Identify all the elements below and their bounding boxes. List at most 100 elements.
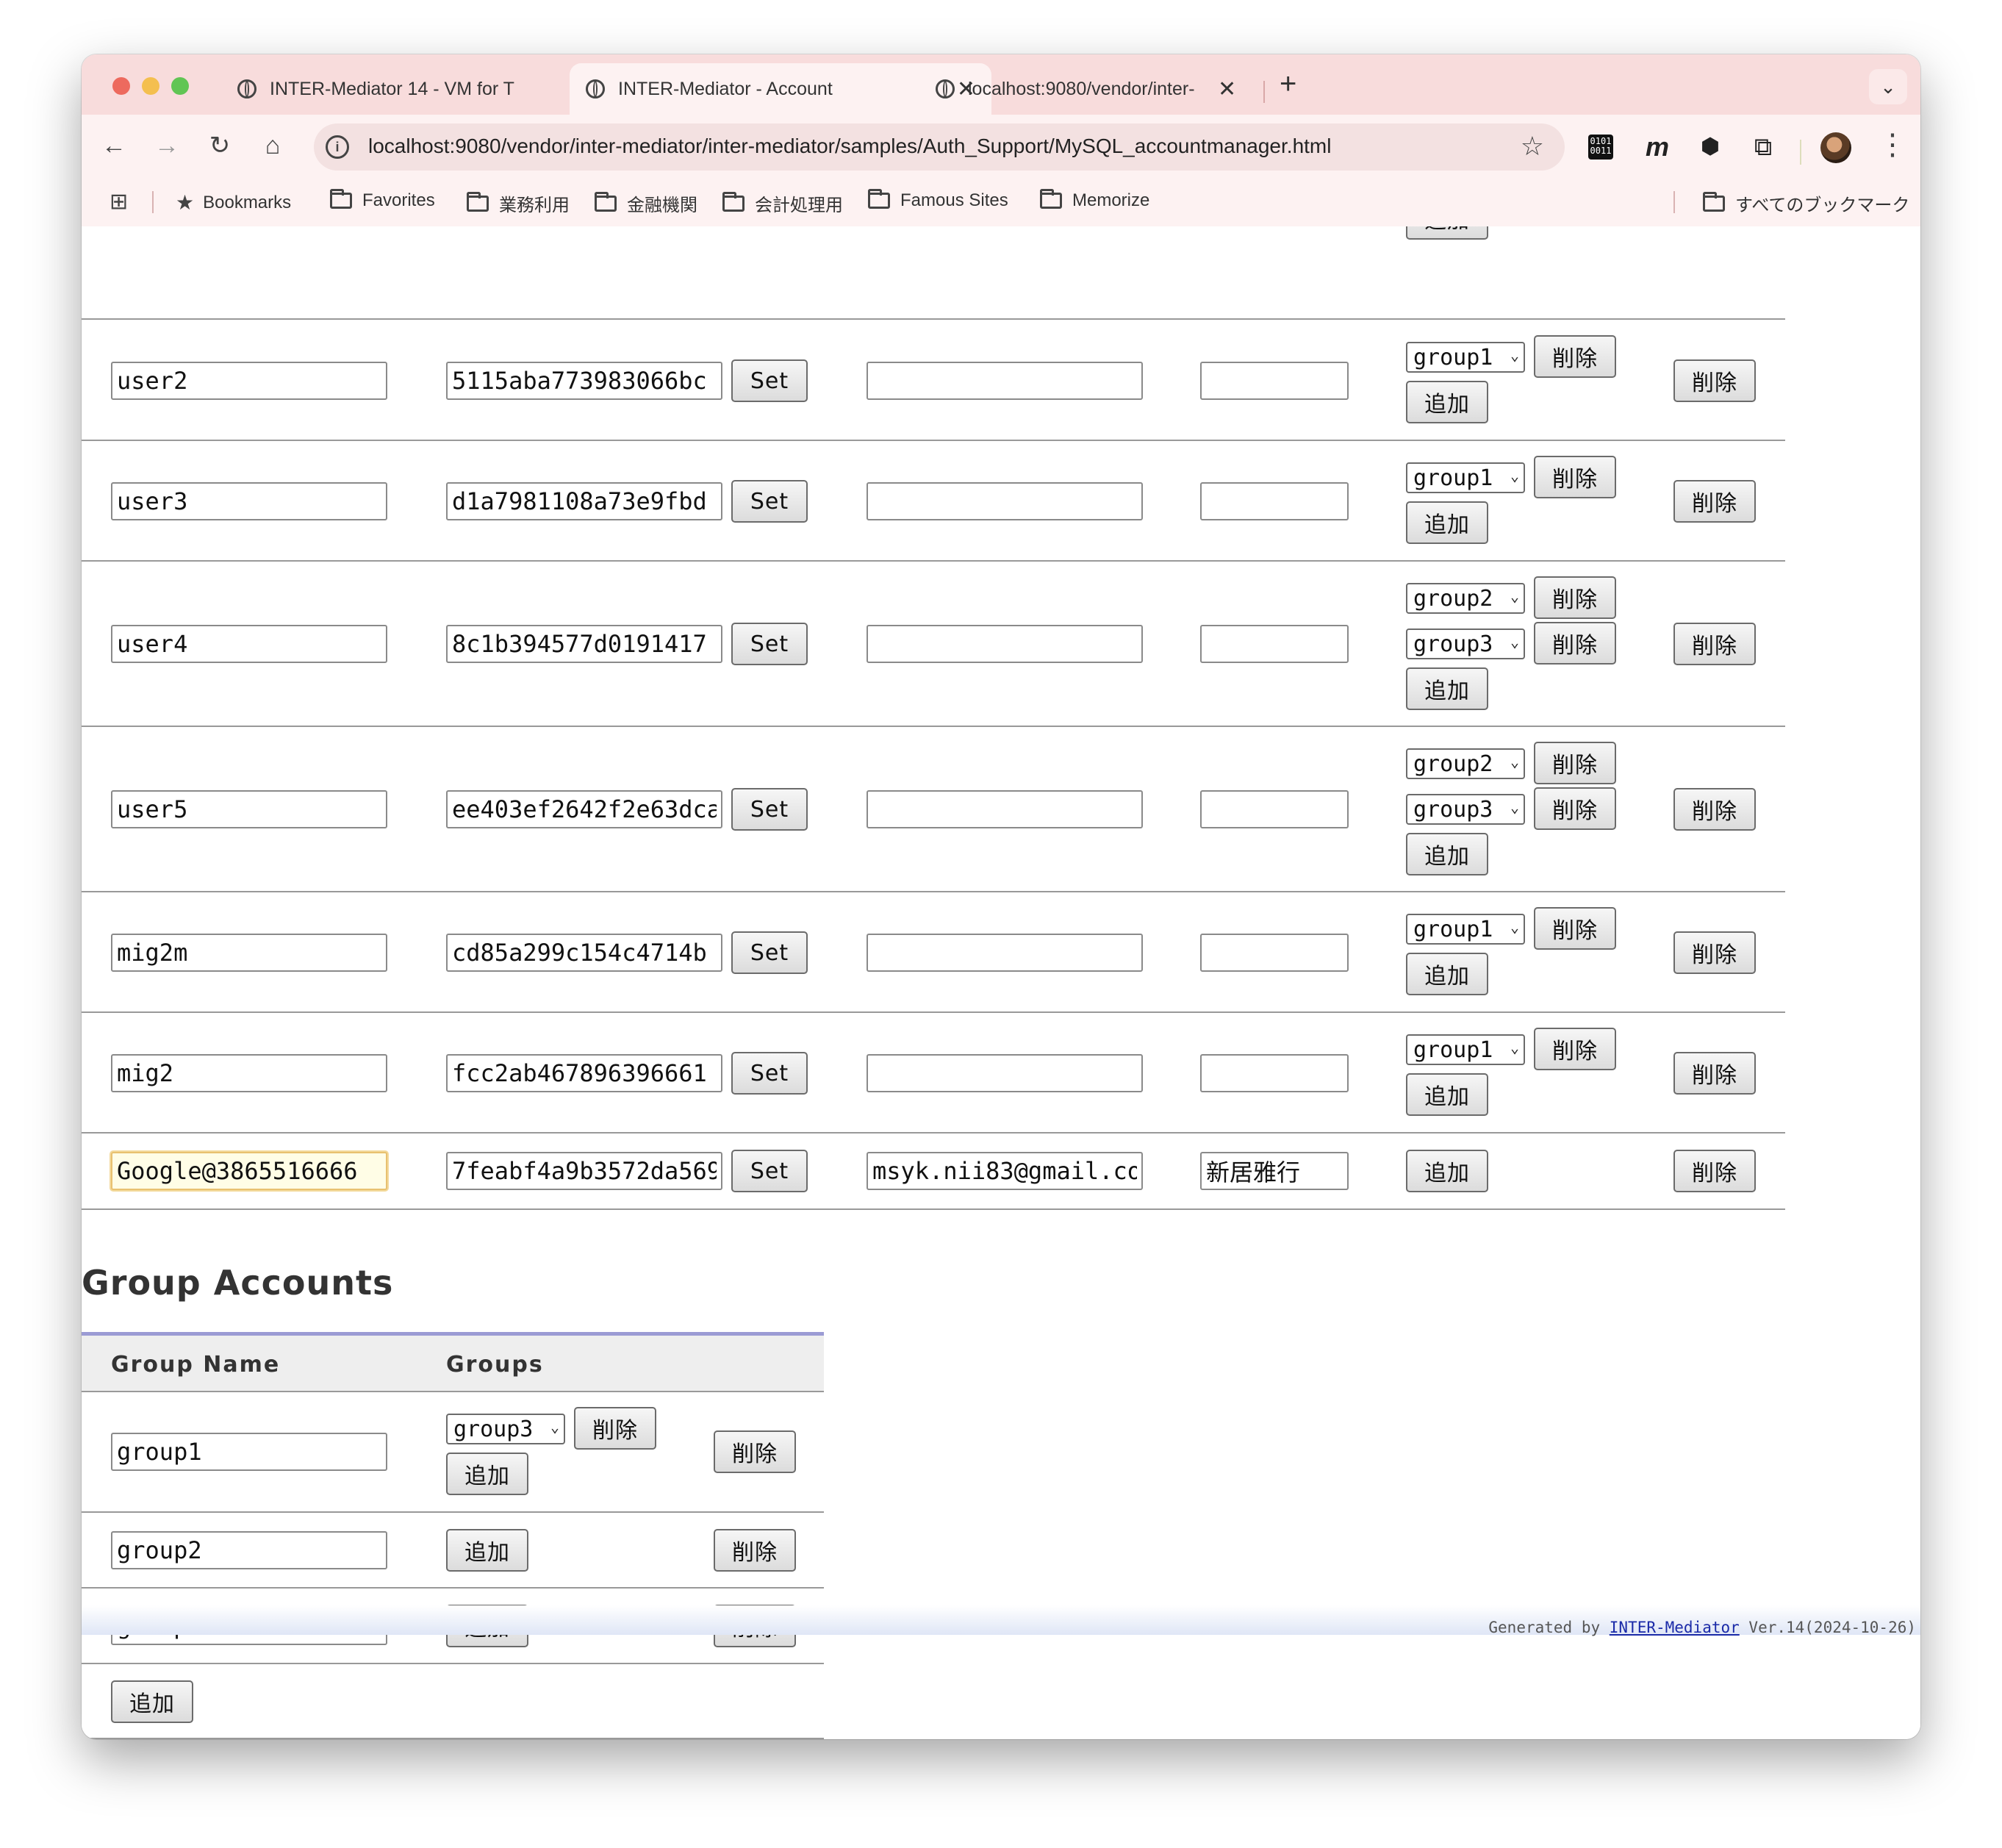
bookmark-business[interactable]: 業務利用 bbox=[467, 190, 570, 216]
window-maximize-button[interactable] bbox=[171, 77, 189, 95]
remove-group-button[interactable]: 削除 bbox=[1534, 335, 1616, 378]
set-password-button[interactable]: Set bbox=[731, 1052, 808, 1095]
cube-extension-icon[interactable]: ⬢ bbox=[1693, 129, 1728, 165]
apps-grid-icon[interactable]: ⊞ bbox=[110, 191, 132, 213]
more-menu-icon[interactable]: ⋮ bbox=[1878, 128, 1907, 162]
realname-field[interactable] bbox=[1200, 934, 1349, 972]
remove-group-button[interactable]: 削除 bbox=[1534, 576, 1616, 619]
group-select[interactable]: group1 ⌄ bbox=[1406, 342, 1525, 373]
add-new-group-button[interactable]: 追加 bbox=[111, 1680, 193, 1723]
email-field[interactable] bbox=[867, 934, 1143, 972]
username-field[interactable] bbox=[111, 362, 387, 400]
email-field[interactable] bbox=[867, 1054, 1143, 1092]
add-group-button[interactable]: 追加 bbox=[1406, 226, 1488, 240]
remove-group-button[interactable]: 削除 bbox=[1534, 787, 1616, 830]
set-password-button[interactable]: Set bbox=[731, 931, 808, 974]
reload-icon[interactable]: ↻ bbox=[199, 125, 240, 166]
delete-user-button[interactable]: 削除 bbox=[1673, 1052, 1756, 1095]
add-group-button[interactable]: 追加 bbox=[1406, 953, 1488, 995]
remove-group-button[interactable]: 削除 bbox=[1534, 456, 1616, 498]
password-hash-field[interactable] bbox=[446, 1054, 722, 1092]
username-field[interactable] bbox=[111, 1152, 387, 1190]
delete-user-button[interactable]: 削除 bbox=[1673, 1150, 1756, 1192]
remove-group-button[interactable]: 削除 bbox=[574, 1407, 656, 1450]
set-password-button[interactable]: Set bbox=[731, 623, 808, 665]
email-field[interactable] bbox=[867, 790, 1143, 828]
add-group-button[interactable]: 追加 bbox=[1406, 667, 1488, 710]
delete-group-button[interactable]: 削除 bbox=[714, 1430, 796, 1473]
realname-field[interactable] bbox=[1200, 1152, 1349, 1190]
password-hash-field[interactable] bbox=[446, 362, 722, 400]
chevron-down-icon[interactable]: ⌄ bbox=[1869, 69, 1907, 104]
close-icon[interactable]: ✕ bbox=[1218, 76, 1236, 102]
password-hash-field[interactable] bbox=[446, 625, 722, 663]
email-field[interactable] bbox=[867, 625, 1143, 663]
add-group-button[interactable]: 追加 bbox=[1406, 381, 1488, 423]
url-text[interactable]: localhost:9080/vendor/inter-mediator/int… bbox=[368, 135, 1331, 158]
back-arrow-icon[interactable]: ← bbox=[93, 125, 134, 166]
group-select[interactable]: group2 ⌄ bbox=[1406, 748, 1525, 779]
set-password-button[interactable]: Set bbox=[731, 359, 808, 402]
bookmark-star-icon[interactable]: ☆ bbox=[1521, 131, 1544, 162]
realname-field[interactable] bbox=[1200, 482, 1349, 520]
set-password-button[interactable]: Set bbox=[731, 480, 808, 523]
add-group-button[interactable]: 追加 bbox=[446, 1453, 528, 1495]
bookmark-famous-sites[interactable]: Famous Sites bbox=[868, 189, 1008, 211]
profile-avatar[interactable] bbox=[1820, 132, 1851, 163]
home-icon[interactable]: ⌂ bbox=[252, 125, 293, 166]
password-hash-field[interactable] bbox=[446, 934, 722, 972]
set-password-button[interactable]: Set bbox=[731, 788, 808, 831]
binary-extension-icon[interactable]: 0101 0011 bbox=[1588, 135, 1613, 160]
add-group-button[interactable]: 追加 bbox=[1406, 1073, 1488, 1116]
m-extension-icon[interactable]: m bbox=[1640, 129, 1675, 165]
group-select[interactable]: group3 ⌄ bbox=[1406, 628, 1525, 659]
bookmark-all[interactable]: すべてのブックマーク bbox=[1703, 190, 1909, 216]
remove-group-button[interactable]: 削除 bbox=[1534, 742, 1616, 784]
username-field[interactable] bbox=[111, 482, 387, 520]
realname-field[interactable] bbox=[1200, 790, 1349, 828]
delete-user-button[interactable]: 削除 bbox=[1673, 931, 1756, 974]
email-field[interactable] bbox=[867, 482, 1143, 520]
delete-user-button[interactable]: 削除 bbox=[1673, 359, 1756, 402]
group-select[interactable]: group3 ⌄ bbox=[1406, 794, 1525, 825]
bookmark-finance[interactable]: 金融機関 bbox=[595, 190, 697, 216]
forward-arrow-icon[interactable]: → bbox=[146, 125, 187, 166]
realname-field[interactable] bbox=[1200, 625, 1349, 663]
tab-localhost[interactable]: localhost:9080/vendor/inter- ✕ bbox=[919, 63, 1341, 115]
delete-user-button[interactable]: 削除 bbox=[1673, 623, 1756, 665]
password-hash-field[interactable] bbox=[446, 1152, 722, 1190]
remove-group-button[interactable]: 削除 bbox=[1534, 1028, 1616, 1070]
remove-group-button[interactable]: 削除 bbox=[1534, 907, 1616, 950]
username-field[interactable] bbox=[111, 790, 387, 828]
add-group-button[interactable]: 追加 bbox=[1406, 1150, 1488, 1192]
group-select[interactable]: group1 ⌄ bbox=[1406, 462, 1525, 493]
group-select[interactable]: group1 ⌄ bbox=[1406, 914, 1525, 945]
username-field[interactable] bbox=[111, 934, 387, 972]
remove-group-button[interactable]: 削除 bbox=[1534, 622, 1616, 665]
password-hash-field[interactable] bbox=[446, 482, 722, 520]
realname-field[interactable] bbox=[1200, 1054, 1349, 1092]
set-password-button[interactable]: Set bbox=[731, 1150, 808, 1192]
window-close-button[interactable] bbox=[112, 77, 130, 95]
info-icon[interactable]: i bbox=[326, 135, 349, 159]
password-hash-field[interactable] bbox=[446, 790, 722, 828]
add-group-button[interactable]: 追加 bbox=[1406, 833, 1488, 875]
window-minimize-button[interactable] bbox=[142, 77, 159, 95]
bookmark-memorize[interactable]: Memorize bbox=[1040, 189, 1149, 211]
bookmark-accounting[interactable]: 会計処理用 bbox=[722, 190, 843, 216]
add-group-button[interactable]: 追加 bbox=[1406, 501, 1488, 544]
puzzle-extensions-icon[interactable]: ⧉ bbox=[1746, 129, 1781, 165]
delete-user-button[interactable]: 削除 bbox=[1673, 788, 1756, 831]
username-field[interactable] bbox=[111, 625, 387, 663]
add-group-button[interactable]: 追加 bbox=[446, 1529, 528, 1572]
email-field[interactable] bbox=[867, 1152, 1143, 1190]
username-field[interactable] bbox=[111, 1054, 387, 1092]
group-name-field[interactable] bbox=[111, 1433, 387, 1471]
group-select[interactable]: group1 ⌄ bbox=[1406, 1034, 1525, 1065]
email-field[interactable] bbox=[867, 362, 1143, 400]
group-name-field[interactable] bbox=[111, 1531, 387, 1569]
delete-group-button[interactable]: 削除 bbox=[714, 1529, 796, 1572]
delete-user-button[interactable]: 削除 bbox=[1673, 480, 1756, 523]
realname-field[interactable] bbox=[1200, 362, 1349, 400]
group-select[interactable]: group3 ⌄ bbox=[446, 1414, 565, 1444]
